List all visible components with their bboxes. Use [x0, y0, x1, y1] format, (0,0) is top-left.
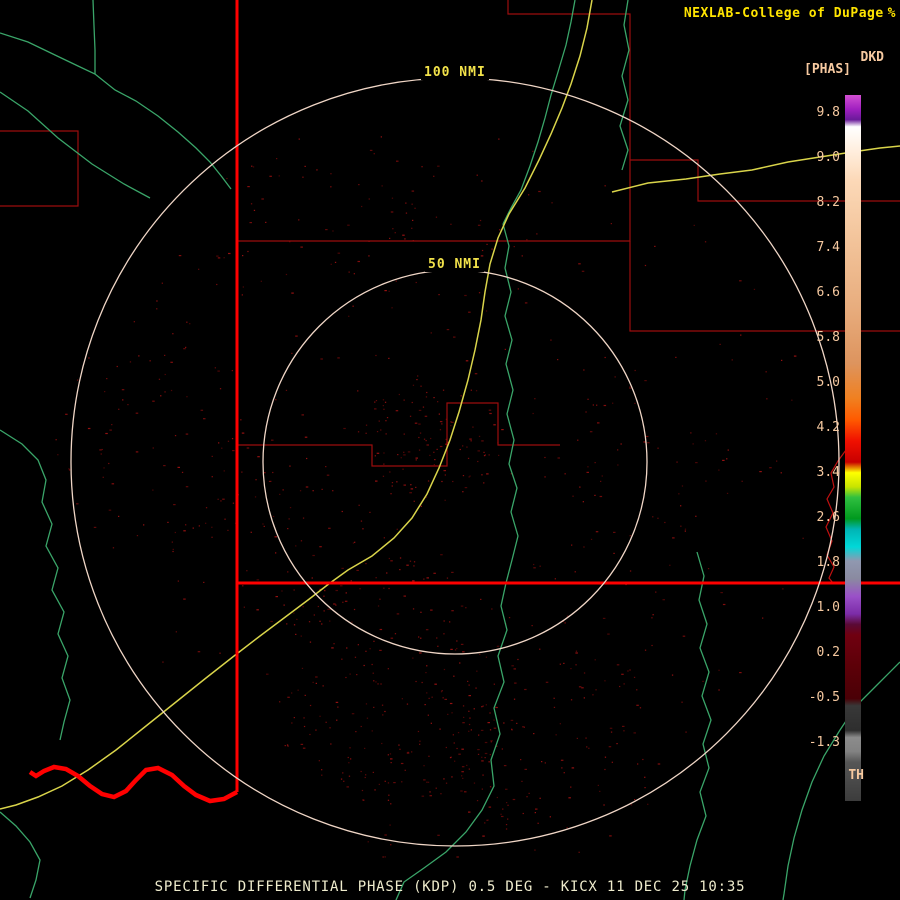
range-ring-50nmi	[263, 270, 647, 654]
range-ring-label-100nmi: 100 NMI	[421, 66, 489, 80]
header: NEXLAB-College of DuPage%	[684, 6, 896, 21]
river-line	[0, 33, 231, 189]
range-ring-100nmi	[71, 78, 839, 846]
highway-line	[0, 0, 592, 809]
river-line	[783, 662, 900, 900]
radar-display: 100 NMI 50 NMI NEXLAB-College of DuPage%…	[0, 0, 900, 900]
state-border-river	[30, 767, 237, 801]
rivers-layer	[0, 0, 900, 900]
county-line	[237, 0, 630, 241]
state-borders-layer	[30, 0, 900, 801]
radar-echoes-layer	[56, 136, 804, 857]
river-line	[684, 552, 711, 900]
cod-logo-icon: %	[888, 6, 896, 21]
river-line	[0, 92, 150, 198]
county-line	[237, 403, 560, 466]
river-line	[0, 430, 70, 740]
highway-line	[612, 146, 900, 192]
county-line	[0, 131, 78, 206]
red-river-layer	[826, 450, 846, 583]
river-line	[503, 0, 575, 224]
river-line	[0, 812, 40, 898]
radar-map	[0, 0, 900, 900]
range-rings-layer	[71, 78, 839, 846]
range-ring-label-50nmi: 50 NMI	[425, 258, 484, 272]
river-line-red	[826, 450, 846, 583]
river-line	[620, 0, 629, 170]
site-title: NEXLAB-College of DuPage	[684, 6, 884, 21]
product-status-text: SPECIFIC DIFFERENTIAL PHASE (KDP) 0.5 DE…	[155, 879, 746, 895]
county-line	[630, 241, 900, 331]
river-line	[93, 0, 95, 74]
